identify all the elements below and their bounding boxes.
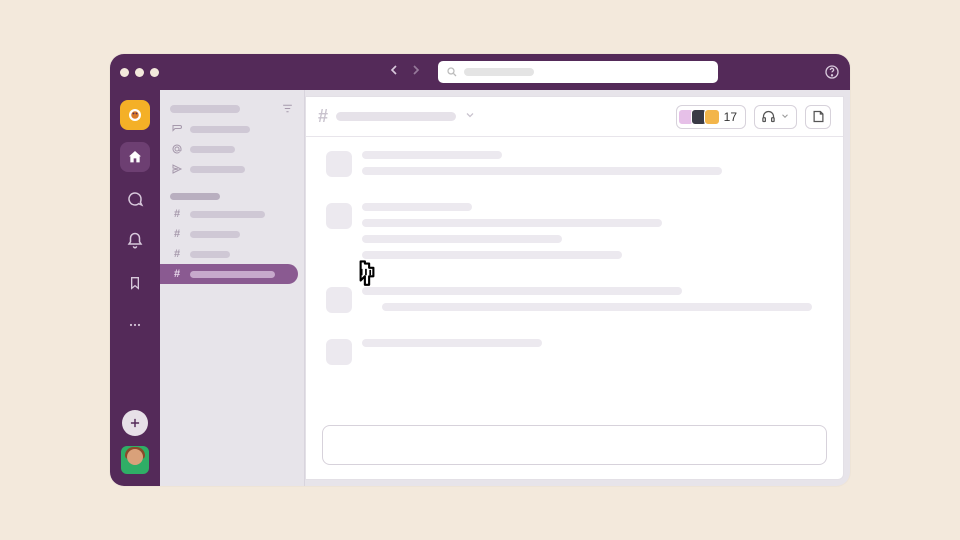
message-item[interactable] [326,287,823,319]
message-composer[interactable] [322,425,827,465]
titlebar [110,54,850,90]
sidebar-channel-item[interactable]: # [160,204,304,224]
sidebar-channel-item-active[interactable]: # [160,264,298,284]
sidebar-channel-item[interactable]: # [160,244,304,264]
sidebar-item-drafts[interactable] [160,159,304,179]
headphones-icon [761,109,776,124]
channel-menu-button[interactable] [464,108,476,126]
app-window: # # # # # 17 [110,54,850,486]
message-avatar [326,339,352,365]
rail-add-button[interactable] [122,410,148,436]
member-count: 17 [724,110,737,124]
message-avatar [326,287,352,313]
rail-dms-button[interactable] [120,184,150,214]
user-avatar[interactable] [121,446,149,474]
filter-icon [281,102,294,115]
channel-sidebar: # # # # [160,90,305,486]
plus-icon [128,416,142,430]
rail-activity-button[interactable] [120,226,150,256]
channel-name-placeholder[interactable] [336,112,456,121]
sidebar-section-header[interactable] [160,189,304,204]
workspace-switcher[interactable] [120,100,150,130]
search-icon [446,66,458,78]
chevron-down-icon [464,109,476,121]
message-avatar [326,203,352,229]
channel-view: # 17 [305,96,844,480]
channel-header: # 17 [306,97,843,137]
home-icon [127,149,143,165]
sidebar-workspace-header[interactable] [160,98,304,119]
sidebar-channel-item[interactable]: # [160,224,304,244]
nav-forward-button[interactable] [408,62,424,83]
rail-home-button[interactable] [120,142,150,172]
rail-more-button[interactable] [120,310,150,340]
workspace-rail [110,90,160,486]
members-button[interactable]: 17 [676,105,746,129]
sidebar-item-threads[interactable] [160,119,304,139]
message-item[interactable] [326,151,823,183]
chevron-down-icon [780,111,790,121]
more-icon [127,317,143,333]
help-button[interactable] [824,64,840,80]
sidebar-item-mentions[interactable] [160,139,304,159]
message-item[interactable] [326,339,823,365]
search-input[interactable] [438,61,718,83]
canvas-button[interactable] [805,105,831,129]
message-item[interactable] [326,203,823,267]
bell-icon [126,232,144,250]
message-avatar [326,151,352,177]
channel-hash-icon: # [318,106,328,127]
nav-back-button[interactable] [386,62,402,83]
canvas-icon [811,109,826,124]
message-list [306,137,843,425]
huddle-button[interactable] [754,105,797,129]
rail-later-button[interactable] [120,268,150,298]
bookmark-icon [127,275,143,291]
window-controls[interactable] [120,68,159,77]
member-avatars [681,109,720,125]
chat-icon [126,190,144,208]
